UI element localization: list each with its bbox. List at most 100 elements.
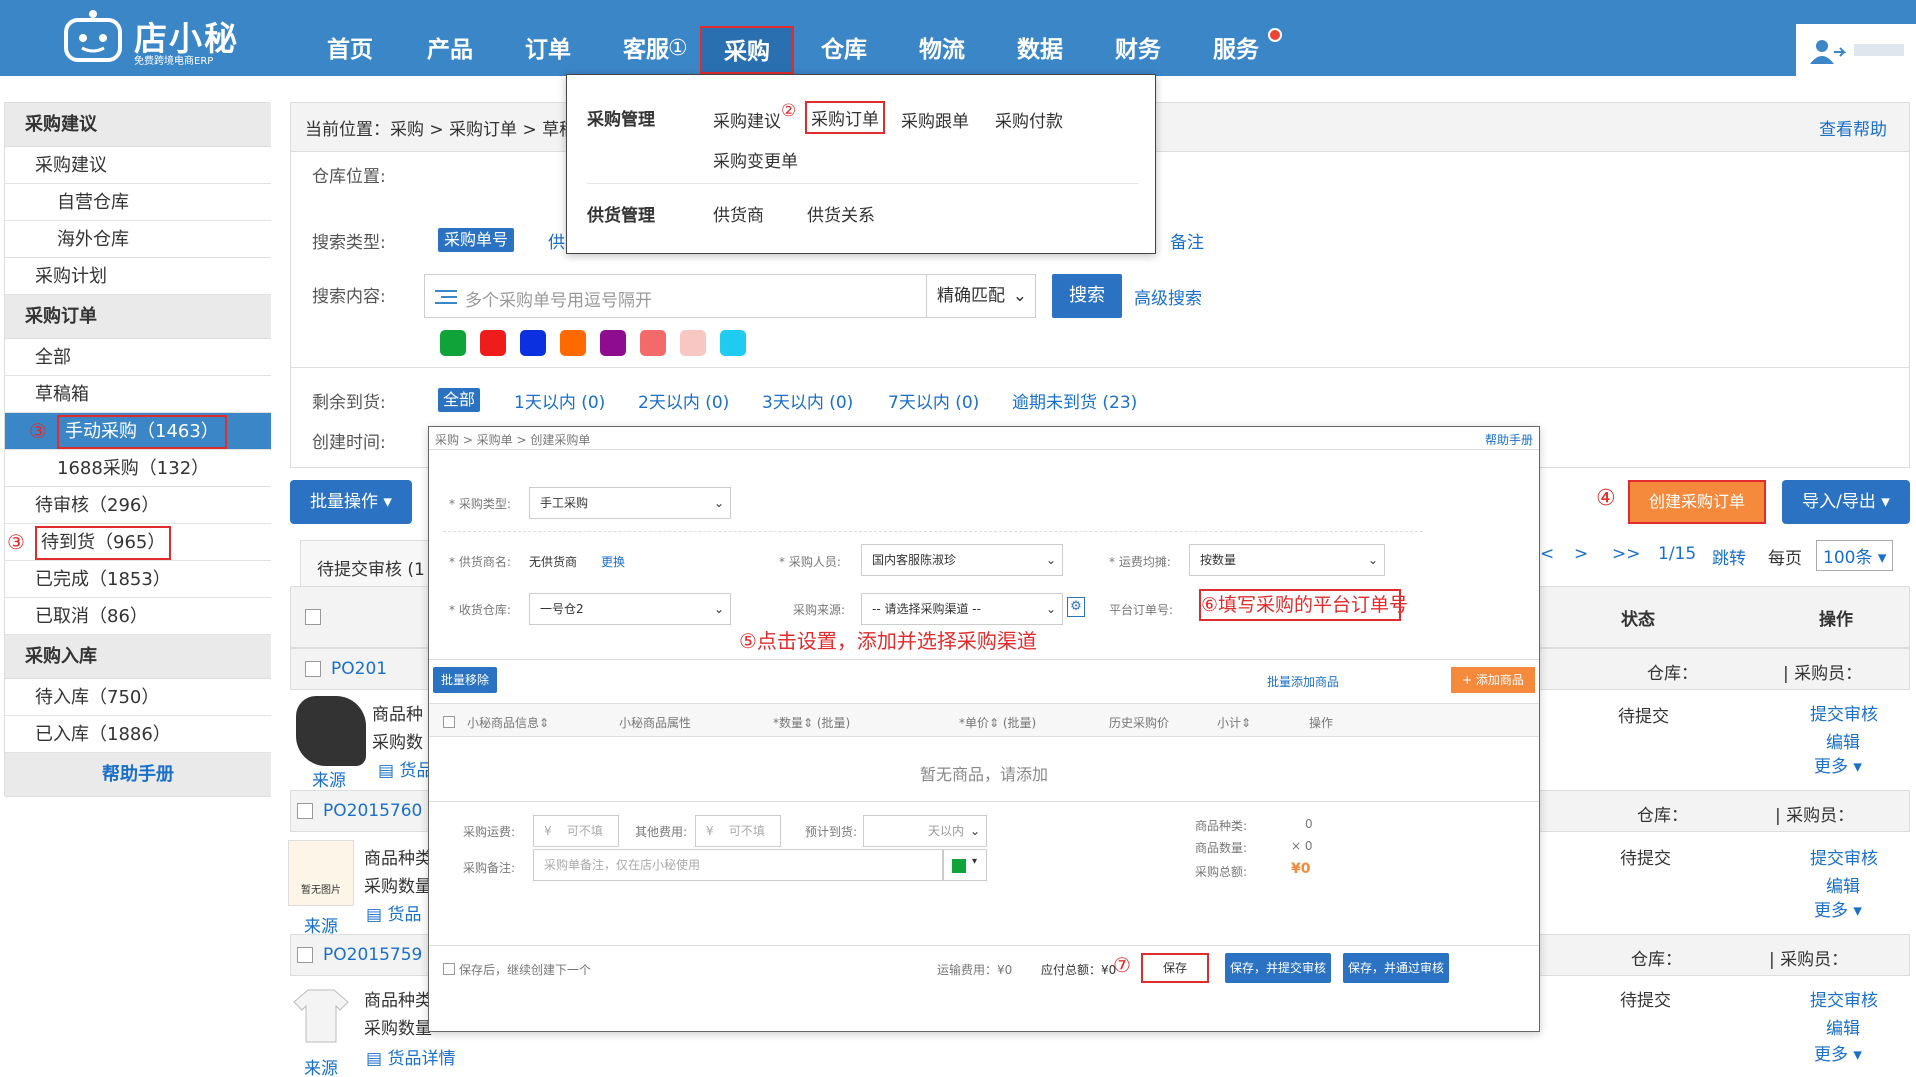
help-link[interactable]: 查看帮助 (1819, 115, 1887, 140)
menu-item-supply-relation[interactable]: 供货关系 (807, 201, 875, 226)
type-note[interactable]: 备注 (1170, 228, 1204, 253)
po-number[interactable]: PO2015759 (323, 945, 422, 965)
menu-item-supplier[interactable]: 供货商 (713, 201, 764, 226)
continue-checkbox[interactable] (443, 963, 455, 975)
sidebar-item-inbounded[interactable]: 已入库（1886） (5, 716, 271, 753)
more-link[interactable]: 更多 ▾ (1814, 896, 1862, 921)
sidebar-item-done[interactable]: 已完成（1853） (5, 561, 271, 598)
note-input[interactable]: 采购单备注，仅在店小秘使用 (533, 849, 943, 881)
remain-2d[interactable]: 2天以内 (0) (638, 388, 729, 413)
type-po-no[interactable]: 采购单号 (438, 228, 514, 252)
save-button[interactable]: 保存 (1141, 953, 1209, 983)
sidebar-item-draft[interactable]: 草稿箱 (5, 376, 271, 413)
pager-next[interactable]: > (1574, 544, 1588, 564)
user-area[interactable] (1796, 24, 1916, 76)
sidebar-item-overseas-warehouse[interactable]: 海外仓库 (5, 221, 271, 258)
submit-review-link[interactable]: 提交审核 (1810, 844, 1878, 869)
sidebar-item-review[interactable]: 待审核（296） (5, 487, 271, 524)
pager-last[interactable]: >> (1612, 544, 1641, 564)
sidebar-help[interactable]: 帮助手册 (5, 753, 271, 797)
create-purchase-order-button[interactable]: 创建采购订单 (1628, 480, 1766, 524)
sidebar-item-arriving[interactable]: ③ 待到货（965） (5, 524, 271, 561)
nav-logistics[interactable]: 物流 (902, 0, 982, 76)
match-select[interactable]: 精确匹配 ⌄ (926, 274, 1036, 318)
goods-detail-link[interactable]: ▤ 货品 (366, 900, 421, 925)
nav-product[interactable]: 产品 (410, 0, 490, 76)
menu-item-follow[interactable]: 采购跟单 (901, 107, 969, 132)
change-supplier-link[interactable]: 更换 (601, 553, 625, 570)
nav-data[interactable]: 数据 (1000, 0, 1080, 76)
save-submit-button[interactable]: 保存，并提交审核 (1225, 953, 1331, 983)
color-swatch[interactable] (480, 330, 506, 356)
submit-review-link[interactable]: 提交审核 (1810, 700, 1878, 725)
row-checkbox[interactable] (305, 661, 321, 677)
modal-help-link[interactable]: 帮助手册 (1485, 431, 1533, 448)
submit-review-link[interactable]: 提交审核 (1810, 986, 1878, 1011)
sidebar-item-cancel[interactable]: 已取消（86） (5, 598, 271, 635)
remain-7d[interactable]: 7天以内 (0) (888, 388, 979, 413)
remain-all[interactable]: 全部 (438, 388, 480, 412)
row-checkbox[interactable] (297, 947, 313, 963)
buyer-select[interactable]: 国内客服陈淑珍 ⌄ (861, 544, 1063, 576)
menu-item-suggest[interactable]: 采购建议 (713, 107, 781, 132)
search-button[interactable]: 搜索 (1052, 274, 1122, 318)
menu-item-purchase-order[interactable]: 采购订单 (805, 101, 885, 134)
goods-detail-link[interactable]: ▤ 货品 (378, 756, 433, 781)
color-swatch[interactable] (600, 330, 626, 356)
batch-ops-button[interactable]: 批量操作 ▾ (290, 480, 412, 524)
source-link[interactable]: 来源 (312, 766, 346, 791)
select-all-checkbox[interactable] (305, 609, 321, 625)
menu-item-payment[interactable]: 采购付款 (995, 107, 1063, 132)
po-number[interactable]: PO2015760 (323, 801, 422, 821)
freight-select[interactable]: 按数量 ⌄ (1189, 544, 1385, 576)
edit-link[interactable]: 编辑 (1826, 728, 1860, 753)
pager-size-select[interactable]: 100条 ▾ (1816, 540, 1894, 571)
gear-icon[interactable]: ⚙ (1067, 597, 1085, 617)
row-checkbox[interactable] (297, 803, 313, 819)
eta-select[interactable]: 天以内 ⌄ (863, 815, 987, 847)
edit-link[interactable]: 编辑 (1826, 1014, 1860, 1039)
source-link[interactable]: 来源 (304, 1054, 338, 1077)
remain-3d[interactable]: 3天以内 (0) (762, 388, 853, 413)
remain-1d[interactable]: 1天以内 (0) (514, 388, 605, 413)
remain-overdue[interactable]: 逾期未到货 (23) (1012, 388, 1137, 413)
po-number[interactable]: PO201 (331, 659, 387, 679)
more-link[interactable]: 更多 ▾ (1814, 1040, 1862, 1065)
color-swatch[interactable] (440, 330, 466, 356)
pager-jump[interactable]: 跳转 (1712, 544, 1746, 569)
sidebar-item-own-warehouse[interactable]: 自营仓库 (5, 184, 271, 221)
other-fee-input[interactable]: ¥ 可不填 (695, 815, 781, 847)
sidebar-item-to-inbound[interactable]: 待入库（750） (5, 679, 271, 716)
sidebar-item-plan[interactable]: 采购计划 (5, 258, 271, 295)
nav-services[interactable]: 服务 (1196, 0, 1276, 76)
tab-pending-submit[interactable]: 待提交审核 (1 (300, 540, 430, 590)
edit-link[interactable]: 编辑 (1826, 872, 1860, 897)
color-swatch[interactable] (560, 330, 586, 356)
sidebar-item-suggest[interactable]: 采购建议 (5, 147, 271, 184)
pager-prev[interactable]: < (1540, 544, 1554, 564)
nav-purchase[interactable]: 采购 (700, 26, 794, 74)
sidebar-item-manual[interactable]: ③ 手动采购（1463） (5, 413, 271, 450)
sidebar-item-1688[interactable]: 1688采购（132） (5, 450, 271, 487)
import-export-button[interactable]: 导入/导出 ▾ (1782, 480, 1910, 524)
advanced-search-link[interactable]: 高级搜索 (1134, 284, 1202, 309)
color-swatch[interactable] (720, 330, 746, 356)
nav-warehouse[interactable]: 仓库 (804, 0, 884, 76)
goods-detail-link[interactable]: ▤ 货品详情 (366, 1044, 455, 1069)
warehouse-select[interactable]: 一号仓2 ⌄ (529, 593, 731, 625)
save-approve-button[interactable]: 保存，并通过审核 (1343, 953, 1449, 983)
type-partial[interactable]: 供 (548, 228, 565, 253)
nav-order[interactable]: 订单 (508, 0, 588, 76)
sidebar-item-all[interactable]: 全部 (5, 339, 271, 376)
color-swatch[interactable] (680, 330, 706, 356)
platform-order-input[interactable]: ⑥填写采购的平台订单号 (1199, 589, 1408, 621)
menu-item-change[interactable]: 采购变更单 (713, 147, 798, 172)
color-tag-select[interactable]: ▾ (943, 849, 987, 881)
color-swatch[interactable] (640, 330, 666, 356)
nav-home[interactable]: 首页 (310, 0, 390, 76)
color-swatch[interactable] (520, 330, 546, 356)
ship-input[interactable]: ¥ 可不填 (533, 815, 619, 847)
nav-finance[interactable]: 财务 (1098, 0, 1178, 76)
type-select[interactable]: 手工采购 ⌄ (529, 487, 731, 519)
channel-select[interactable]: -- 请选择采购渠道 -- ⌄ (861, 593, 1063, 625)
